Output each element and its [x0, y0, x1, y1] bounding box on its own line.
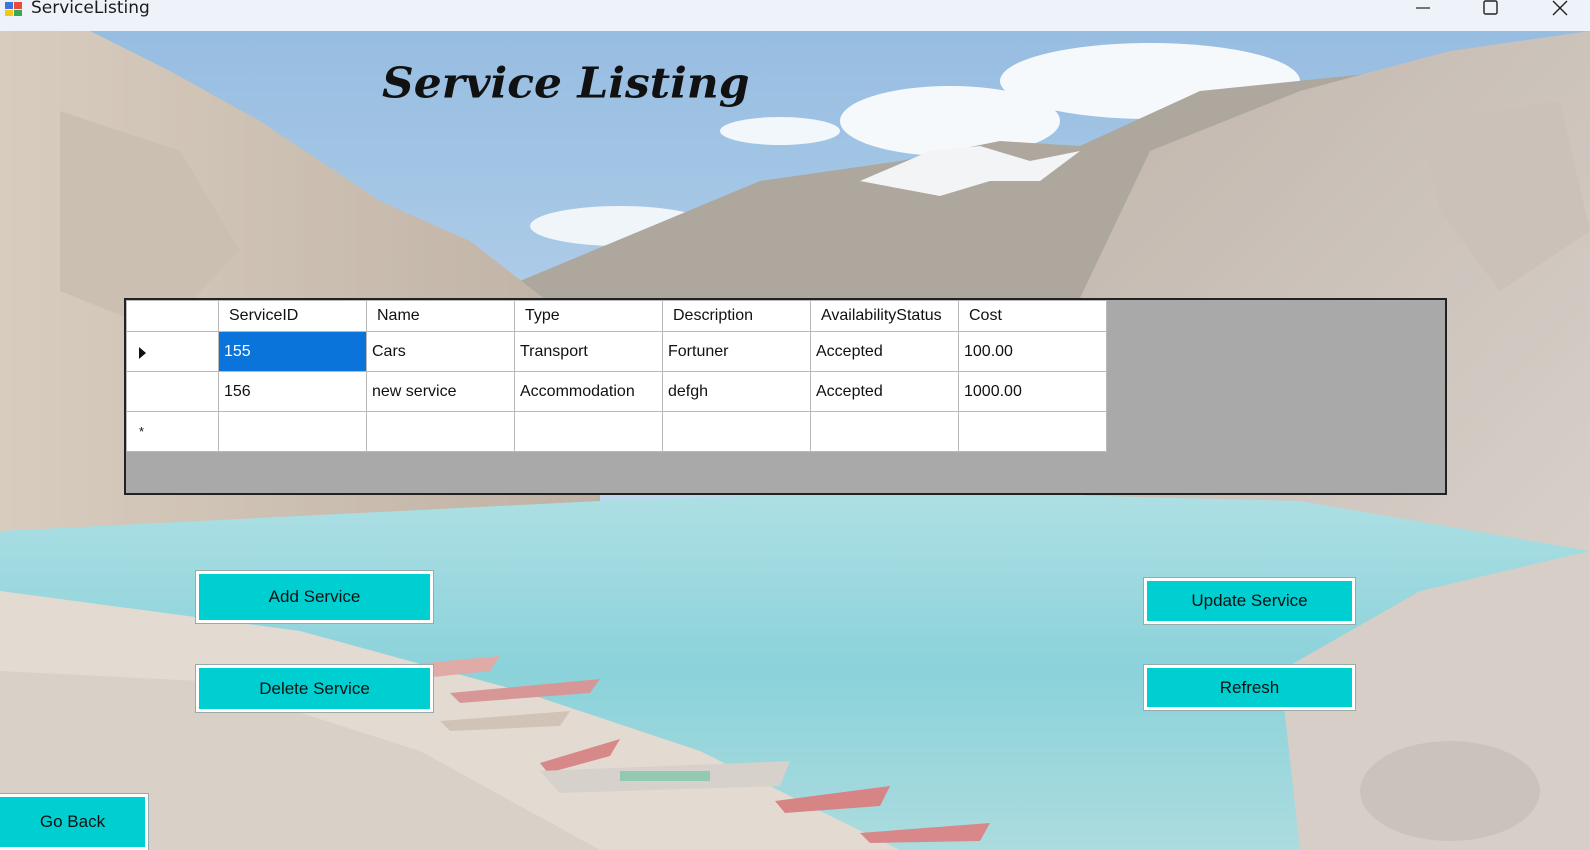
cell-cost[interactable]	[958, 411, 1107, 452]
column-header-availabilitystatus[interactable]: AvailabilityStatus	[810, 300, 959, 332]
refresh-button[interactable]: Refresh	[1144, 665, 1355, 710]
delete-service-button[interactable]: Delete Service	[196, 665, 433, 712]
cell-description[interactable]: defgh	[662, 371, 811, 412]
cell-description[interactable]	[662, 411, 811, 452]
services-grid[interactable]: ServiceID Name Type Description Availabi…	[124, 298, 1447, 495]
go-back-button[interactable]: Go Back	[0, 794, 148, 850]
new-row-star-icon: *	[139, 424, 145, 439]
column-header-type[interactable]: Type	[514, 300, 663, 332]
cell-serviceid[interactable]	[218, 411, 367, 452]
cell-serviceid[interactable]: 156	[218, 371, 367, 412]
cell-description[interactable]: Fortuner	[662, 331, 811, 372]
header-row: ServiceID Name Type Description Availabi…	[126, 300, 1107, 332]
page-title: Service Listing	[382, 59, 750, 108]
cell-type[interactable]: Transport	[514, 331, 663, 372]
cell-availabilitystatus[interactable]: Accepted	[810, 331, 959, 372]
update-service-button[interactable]: Update Service	[1144, 578, 1355, 624]
column-header-serviceid[interactable]: ServiceID	[218, 300, 367, 332]
title-bar: ServiceListing	[0, 0, 1590, 31]
cell-type[interactable]	[514, 411, 663, 452]
new-row[interactable]: *	[126, 411, 1107, 452]
cell-type[interactable]: Accommodation	[514, 371, 663, 412]
row-header[interactable]	[126, 371, 219, 412]
table-row[interactable]: 156 new service Accommodation defgh Acce…	[126, 371, 1107, 412]
row-header-corner	[126, 300, 219, 332]
cell-availabilitystatus[interactable]	[810, 411, 959, 452]
cell-name[interactable]	[366, 411, 515, 452]
cell-cost[interactable]: 100.00	[958, 331, 1107, 372]
window-title: ServiceListing	[31, 0, 150, 18]
cell-availabilitystatus[interactable]: Accepted	[810, 371, 959, 412]
column-header-name[interactable]: Name	[366, 300, 515, 332]
minimize-icon[interactable]	[1408, 0, 1438, 20]
close-icon[interactable]	[1544, 0, 1574, 20]
row-header[interactable]: *	[126, 411, 219, 452]
services-table: ServiceID Name Type Description Availabi…	[126, 300, 1107, 452]
add-service-button[interactable]: Add Service	[196, 571, 433, 623]
cell-serviceid[interactable]: 155	[218, 331, 367, 372]
column-header-description[interactable]: Description	[662, 300, 811, 332]
row-header[interactable]	[126, 331, 219, 372]
current-row-arrow-icon	[139, 347, 146, 359]
column-header-cost[interactable]: Cost	[958, 300, 1107, 332]
maximize-icon[interactable]	[1476, 0, 1506, 20]
app-window-icon	[5, 2, 22, 16]
cell-cost[interactable]: 1000.00	[958, 371, 1107, 412]
cell-name[interactable]: new service	[366, 371, 515, 412]
table-row[interactable]: 155 Cars Transport Fortuner Accepted 100…	[126, 331, 1107, 372]
cell-name[interactable]: Cars	[366, 331, 515, 372]
